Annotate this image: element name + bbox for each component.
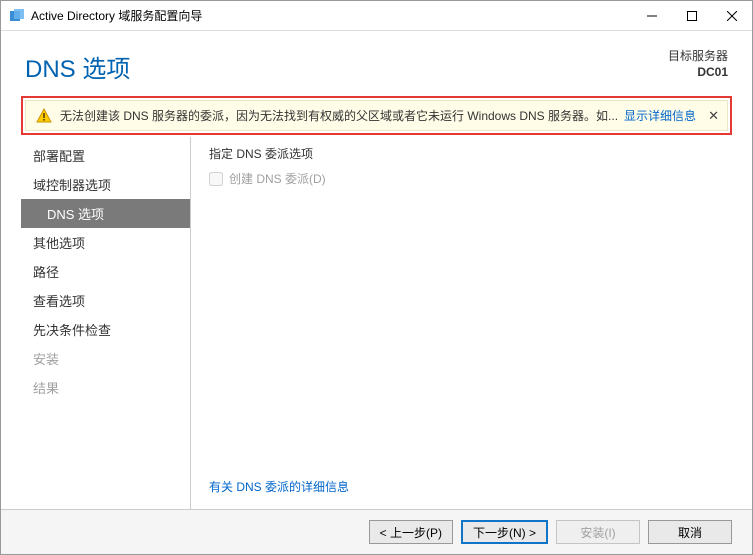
sidebar-item-4[interactable]: 路径	[21, 257, 190, 286]
footer: < 上一步(P) 下一步(N) > 安装(I) 取消	[1, 509, 752, 554]
sidebar-item-5[interactable]: 查看选项	[21, 286, 190, 315]
warning-close-icon[interactable]: ✕	[708, 108, 719, 124]
app-icon	[9, 8, 25, 24]
body: 部署配置域控制器选项DNS 选项其他选项路径查看选项先决条件检查安装结果 指定 …	[21, 137, 732, 509]
sidebar-item-3[interactable]: 其他选项	[21, 228, 190, 257]
titlebar: Active Directory 域服务配置向导	[1, 1, 752, 31]
create-delegation-row: 创建 DNS 委派(D)	[209, 170, 728, 187]
warning-more-link[interactable]: 显示详细信息	[624, 107, 696, 124]
cancel-button[interactable]: 取消	[648, 520, 732, 544]
sidebar-item-8: 结果	[21, 373, 190, 402]
window-title: Active Directory 域服务配置向导	[31, 7, 632, 24]
previous-button[interactable]: < 上一步(P)	[369, 520, 453, 544]
target-name: DC01	[668, 65, 728, 81]
sidebar-item-0[interactable]: 部署配置	[21, 141, 190, 170]
sidebar-item-7: 安装	[21, 344, 190, 373]
warning-highlight: 无法创建该 DNS 服务器的委派，因为无法找到有权威的父区域或者它未运行 Win…	[21, 96, 732, 135]
sidebar: 部署配置域控制器选项DNS 选项其他选项路径查看选项先决条件检查安装结果	[21, 137, 191, 509]
content-footer: 有关 DNS 委派的详细信息	[209, 472, 728, 505]
header: DNS 选项 目标服务器 DC01	[1, 31, 752, 90]
more-info-link[interactable]: 有关 DNS 委派的详细信息	[209, 480, 349, 494]
content: 指定 DNS 委派选项 创建 DNS 委派(D) 有关 DNS 委派的详细信息	[191, 137, 732, 509]
page-title: DNS 选项	[25, 49, 130, 84]
minimize-button[interactable]	[632, 1, 672, 31]
target-server-info: 目标服务器 DC01	[668, 49, 728, 80]
section-label: 指定 DNS 委派选项	[209, 145, 728, 162]
sidebar-item-1[interactable]: 域控制器选项	[21, 170, 190, 199]
maximize-button[interactable]	[672, 1, 712, 31]
sidebar-item-2[interactable]: DNS 选项	[21, 199, 190, 228]
install-button: 安装(I)	[556, 520, 640, 544]
target-label: 目标服务器	[668, 49, 728, 65]
content-body: 指定 DNS 委派选项 创建 DNS 委派(D)	[209, 145, 728, 472]
warning-icon	[36, 108, 52, 124]
create-delegation-checkbox	[209, 172, 223, 186]
create-delegation-label: 创建 DNS 委派(D)	[229, 170, 326, 187]
sidebar-item-6[interactable]: 先决条件检查	[21, 315, 190, 344]
close-button[interactable]	[712, 1, 752, 31]
warning-banner: 无法创建该 DNS 服务器的委派，因为无法找到有权威的父区域或者它未运行 Win…	[25, 100, 728, 131]
next-button[interactable]: 下一步(N) >	[461, 520, 548, 544]
warning-text: 无法创建该 DNS 服务器的委派，因为无法找到有权威的父区域或者它未运行 Win…	[60, 107, 618, 124]
